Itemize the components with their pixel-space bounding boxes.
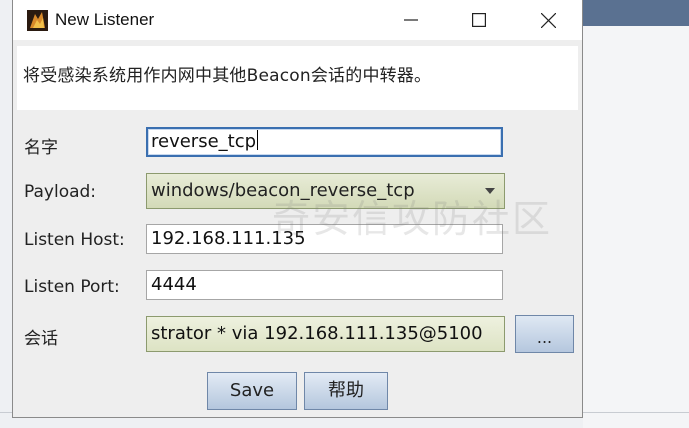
cobalt-strike-app-icon (27, 10, 48, 31)
session-label: 会话 (24, 329, 58, 349)
title-bar[interactable]: New Listener (13, 0, 582, 40)
background-app-body (583, 26, 689, 428)
new-listener-dialog: New Listener 将受感染系统用作内网中其他Beacon会话的中转器。 … (12, 0, 583, 418)
dropdown-button[interactable] (476, 174, 504, 208)
listen-port-input[interactable]: 4444 (146, 270, 503, 300)
listen-port-value: 4444 (151, 274, 197, 295)
listen-host-value: 192.168.111.135 (151, 228, 306, 249)
text-caret (257, 130, 259, 150)
payload-select[interactable]: windows/beacon_reverse_tcp (146, 173, 505, 209)
session-value: strator * via 192.168.111.135@5100 (151, 323, 483, 344)
payload-value: windows/beacon_reverse_tcp (151, 180, 415, 201)
minimize-button[interactable] (388, 0, 434, 40)
payload-label: Payload: (24, 182, 97, 202)
name-value: reverse_tcp (151, 131, 257, 152)
window-title: New Listener (55, 10, 155, 29)
listen-host-label: Listen Host: (24, 230, 125, 250)
description-panel: 将受感染系统用作内网中其他Beacon会话的中转器。 (17, 46, 578, 110)
maximize-button[interactable] (456, 0, 502, 40)
name-label: 名字 (24, 138, 58, 158)
listen-host-input[interactable]: 192.168.111.135 (146, 224, 503, 254)
name-input[interactable]: reverse_tcp (146, 127, 503, 157)
save-button[interactable]: Save (207, 372, 297, 410)
close-icon (540, 12, 556, 28)
session-browse-button[interactable]: ... (515, 315, 574, 353)
minimize-icon (404, 19, 418, 21)
help-button[interactable]: 帮助 (304, 372, 388, 410)
listen-port-label: Listen Port: (24, 277, 120, 297)
maximize-icon (472, 13, 486, 27)
background-app-header (583, 0, 689, 26)
description-text: 将受感染系统用作内网中其他Beacon会话的中转器。 (23, 66, 432, 86)
session-field[interactable]: strator * via 192.168.111.135@5100 (146, 316, 505, 352)
chevron-down-icon (485, 188, 495, 194)
close-button[interactable] (525, 0, 571, 40)
